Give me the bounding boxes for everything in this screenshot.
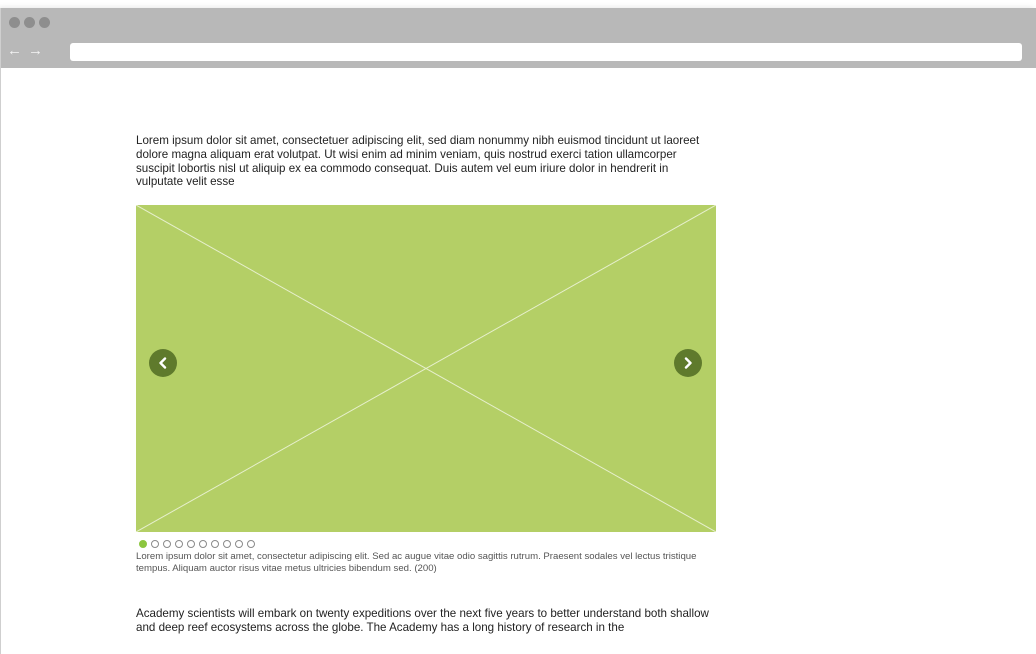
- carousel-pagination: [139, 540, 716, 549]
- chevron-right-icon: [684, 357, 692, 369]
- article-content: Lorem ipsum dolor sit amet, consectetuer…: [136, 134, 716, 635]
- carousel-dot[interactable]: [235, 540, 243, 549]
- window-controls: [9, 17, 50, 28]
- intro-paragraph: Lorem ipsum dolor sit amet, consectetuer…: [136, 134, 700, 189]
- browser-window: ← → Lorem ipsum dolor sit amet, consecte…: [0, 8, 1036, 654]
- carousel-prev-button[interactable]: [149, 349, 177, 378]
- carousel-dot[interactable]: [223, 540, 231, 549]
- carousel-dot[interactable]: [175, 540, 183, 549]
- carousel-caption: Lorem ipsum dolor sit amet, consectetur …: [136, 551, 697, 575]
- carousel-dot[interactable]: [151, 540, 159, 549]
- carousel-dot[interactable]: [247, 540, 255, 549]
- close-window-button[interactable]: [9, 17, 20, 28]
- maximize-window-button[interactable]: [39, 17, 50, 28]
- address-bar[interactable]: [70, 43, 1022, 61]
- back-arrow-icon[interactable]: ←: [7, 43, 22, 59]
- body-paragraph: Academy scientists will embark on twenty…: [136, 607, 709, 634]
- minimize-window-button[interactable]: [24, 17, 35, 28]
- carousel-dot[interactable]: [139, 540, 147, 549]
- carousel-dot[interactable]: [163, 540, 171, 549]
- carousel-next-button[interactable]: [674, 349, 702, 378]
- carousel-dot[interactable]: [187, 540, 195, 549]
- image-placeholder: [136, 205, 716, 533]
- chevron-left-icon: [159, 357, 167, 369]
- forward-arrow-icon[interactable]: →: [28, 43, 43, 59]
- navigation-arrows: ← →: [7, 43, 43, 59]
- carousel-dot[interactable]: [211, 540, 219, 549]
- browser-toolbar: ← →: [1, 8, 1036, 68]
- carousel-dot[interactable]: [199, 540, 207, 549]
- image-carousel: [136, 205, 716, 533]
